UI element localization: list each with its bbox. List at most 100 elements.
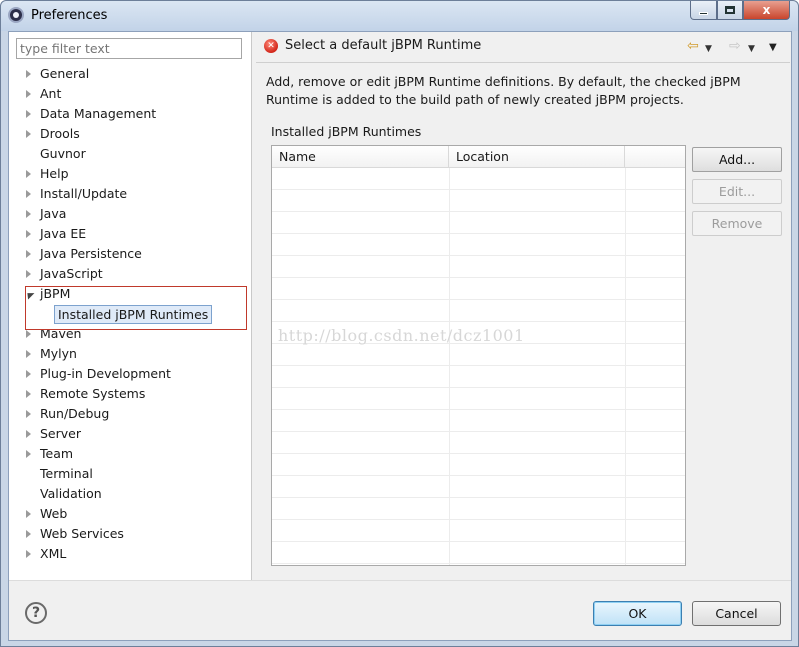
column-divider <box>625 168 626 565</box>
tree-item-label: Help <box>40 166 69 181</box>
tree-item[interactable]: Help <box>9 164 252 184</box>
collapsed-arrow-icon[interactable] <box>26 430 31 438</box>
preference-navigation: General Ant Data Management Drools Guvnor Hel… <box>9 32 252 580</box>
collapsed-arrow-icon[interactable] <box>26 250 31 258</box>
minimize-button[interactable] <box>690 1 717 20</box>
tree-item-label: Drools <box>40 126 80 141</box>
collapsed-arrow-icon[interactable] <box>26 510 31 518</box>
tree-item-label: Java <box>40 206 67 221</box>
back-dropdown-icon[interactable]: ▼ <box>705 41 712 57</box>
tree-item[interactable]: Web <box>9 504 252 524</box>
tree-item-label: Web <box>40 506 68 521</box>
maximize-button[interactable] <box>717 1 743 20</box>
maximize-icon <box>725 6 735 14</box>
tree-item[interactable]: Server <box>9 424 252 444</box>
title-bar[interactable]: Preferences x <box>1 1 798 31</box>
close-button[interactable]: x <box>743 1 790 20</box>
tree-item-label: Team <box>40 446 74 461</box>
edit-button[interactable]: Edit... <box>692 179 782 204</box>
tree-item[interactable]: General <box>9 64 252 84</box>
tree-item-label: Ant <box>40 86 62 101</box>
tree-item-label: Installed jBPM Runtimes <box>54 305 213 324</box>
tree-item[interactable]: Data Management <box>9 104 252 124</box>
column-header-location[interactable]: Location <box>449 146 625 168</box>
tree-item[interactable]: Install/Update <box>9 184 252 204</box>
collapsed-arrow-icon[interactable] <box>26 130 31 138</box>
ok-button[interactable]: OK <box>593 601 682 626</box>
tree-item-label: Maven <box>40 326 82 341</box>
tree-item-label: Server <box>40 426 81 441</box>
filter-input[interactable] <box>16 38 242 59</box>
collapsed-arrow-icon[interactable] <box>26 230 31 238</box>
tree-item-label: JavaScript <box>40 266 103 281</box>
tree-item-label: jBPM <box>40 286 71 301</box>
table-rows <box>272 168 685 565</box>
tree-child-item[interactable]: Installed jBPM Runtimes <box>9 304 252 324</box>
collapsed-arrow-icon[interactable] <box>26 70 31 78</box>
column-header-name[interactable]: Name <box>272 146 449 168</box>
tree-item-label: Mylyn <box>40 346 77 361</box>
collapsed-arrow-icon[interactable] <box>26 550 31 558</box>
back-arrow-icon[interactable]: ⇦ <box>687 38 699 54</box>
tree-item-label: Remote Systems <box>40 386 146 401</box>
remove-button[interactable]: Remove <box>692 211 782 236</box>
tree-item[interactable]: Remote Systems <box>9 384 252 404</box>
column-divider <box>449 168 450 565</box>
preference-tree: General Ant Data Management Drools Guvnor Hel… <box>9 64 252 564</box>
collapsed-arrow-icon[interactable] <box>26 110 31 118</box>
minimize-icon <box>699 11 708 15</box>
forward-dropdown-icon[interactable]: ▼ <box>748 41 755 57</box>
tree-item-label: General <box>40 66 90 81</box>
preference-page: ✕ Select a default jBPM Runtime ⇦ ▼ ⇨ ▼ … <box>253 32 791 580</box>
collapsed-arrow-icon[interactable] <box>26 530 31 538</box>
tree-item-label: Validation <box>40 486 102 501</box>
collapsed-arrow-icon[interactable] <box>26 190 31 198</box>
forward-arrow-icon[interactable]: ⇨ <box>729 38 741 54</box>
tree-item[interactable]: Plug-in Development <box>9 364 252 384</box>
window-title: Preferences <box>31 8 108 23</box>
page-description: Add, remove or edit jBPM Runtime definit… <box>266 74 741 107</box>
column-header-filler <box>625 146 685 168</box>
tree-item[interactable]: Maven <box>9 324 252 344</box>
tree-item-label: Web Services <box>40 526 124 541</box>
tree-item[interactable]: Java <box>9 204 252 224</box>
tree-item-label: XML <box>40 546 67 561</box>
runtimes-table[interactable]: Name Location <box>271 145 686 566</box>
expanded-arrow-icon[interactable] <box>24 289 35 300</box>
add-button[interactable]: Add... <box>692 147 782 172</box>
cancel-button[interactable]: Cancel <box>692 601 781 626</box>
header-divider <box>256 62 790 63</box>
tree-item[interactable]: Mylyn <box>9 344 252 364</box>
tree-item[interactable]: Web Services <box>9 524 252 544</box>
tree-item[interactable]: Ant <box>9 84 252 104</box>
collapsed-arrow-icon[interactable] <box>26 210 31 218</box>
tree-item[interactable]: Team <box>9 444 252 464</box>
collapsed-arrow-icon[interactable] <box>26 390 31 398</box>
tree-item[interactable]: Run/Debug <box>9 404 252 424</box>
tree-item-label: Plug-in Development <box>40 366 171 381</box>
view-menu-icon[interactable]: ▼ <box>769 40 777 56</box>
tree-item-label: Java Persistence <box>40 246 142 261</box>
tree-item[interactable]: Validation <box>9 484 252 504</box>
collapsed-arrow-icon[interactable] <box>26 90 31 98</box>
collapsed-arrow-icon[interactable] <box>26 270 31 278</box>
collapsed-arrow-icon[interactable] <box>26 450 31 458</box>
collapsed-arrow-icon[interactable] <box>26 410 31 418</box>
collapsed-arrow-icon[interactable] <box>26 370 31 378</box>
tree-item[interactable]: Java EE <box>9 224 252 244</box>
preferences-window: Preferences x General Ant Data Management D… <box>0 0 799 647</box>
tree-item[interactable]: JavaScript <box>9 264 252 284</box>
tree-item[interactable]: Drools <box>9 124 252 144</box>
tree-item[interactable]: jBPM <box>9 284 252 304</box>
tree-item[interactable]: Java Persistence <box>9 244 252 264</box>
error-icon: ✕ <box>264 39 278 53</box>
tree-item-label: Terminal <box>40 466 93 481</box>
tree-item-label: Guvnor <box>40 146 86 161</box>
tree-item[interactable]: XML <box>9 544 252 564</box>
collapsed-arrow-icon[interactable] <box>26 330 31 338</box>
collapsed-arrow-icon[interactable] <box>26 350 31 358</box>
collapsed-arrow-icon[interactable] <box>26 170 31 178</box>
tree-item[interactable]: Guvnor <box>9 144 252 164</box>
tree-item[interactable]: Terminal <box>9 464 252 484</box>
help-icon[interactable]: ? <box>25 602 47 624</box>
